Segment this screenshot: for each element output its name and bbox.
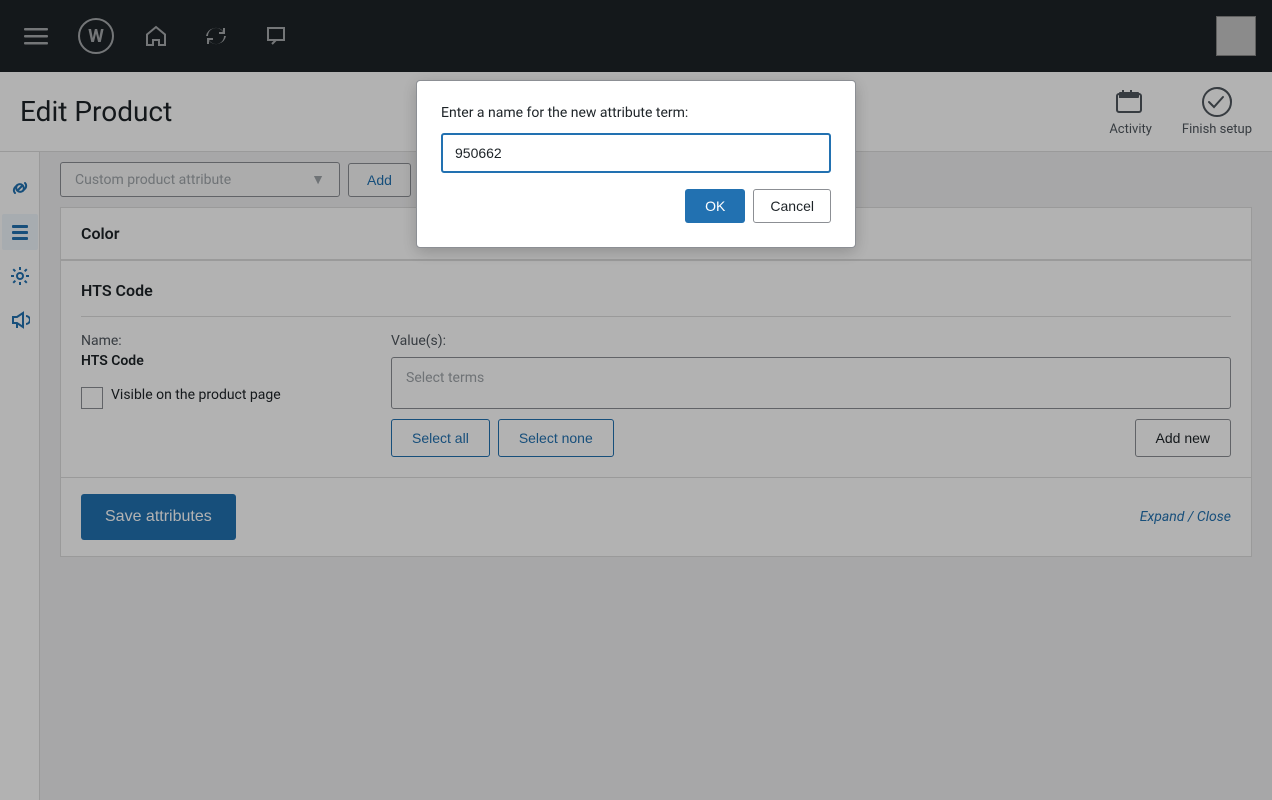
modal-ok-button[interactable]: OK	[685, 189, 745, 223]
modal-cancel-button[interactable]: Cancel	[753, 189, 831, 223]
modal-actions: OK Cancel	[441, 189, 831, 223]
modal-prompt-text: Enter a name for the new attribute term:	[441, 105, 831, 121]
modal-input[interactable]	[441, 133, 831, 173]
modal-overlay: Enter a name for the new attribute term:…	[0, 0, 1272, 800]
modal-dialog: Enter a name for the new attribute term:…	[416, 80, 856, 248]
